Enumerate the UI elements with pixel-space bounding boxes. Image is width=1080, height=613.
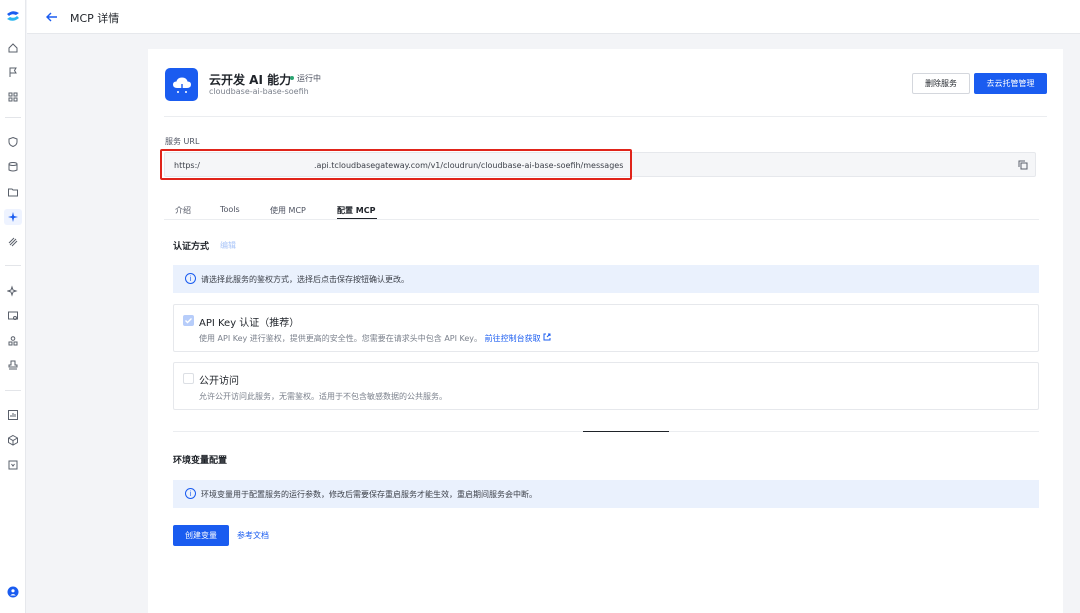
tab-config-mcp[interactable]: 配置 MCP xyxy=(337,205,375,216)
home-icon[interactable] xyxy=(7,42,19,54)
external-link-icon xyxy=(543,333,551,341)
database-icon[interactable] xyxy=(7,161,19,173)
rocket-icon[interactable] xyxy=(7,236,19,248)
service-id: cloudbase-ai-base-soefih xyxy=(209,87,309,96)
service-name: 云开发 AI 能力 xyxy=(209,73,292,87)
auth-edit-link[interactable]: 编辑 xyxy=(220,240,236,251)
info-icon: i xyxy=(185,273,196,284)
detail-card: 云开发 AI 能力 运行中 cloudbase-ai-base-soefih 删… xyxy=(148,49,1063,613)
stamp-icon[interactable] xyxy=(7,359,19,371)
auth-section-title: 认证方式 xyxy=(173,242,210,252)
api-key-option-title: API Key 认证（推荐） xyxy=(199,318,300,329)
api-key-checkbox[interactable] xyxy=(183,315,194,326)
monitor-icon[interactable] xyxy=(7,310,19,322)
auth-option-public[interactable]: 公开访问 允许公开访问此服务，无需鉴权。适用于不包含敏感数据的公共服务。 xyxy=(173,362,1039,410)
sidebar xyxy=(0,0,26,613)
header-divider xyxy=(164,116,1047,117)
ai-sparkle-icon[interactable] xyxy=(7,211,19,223)
tab-intro[interactable]: 介绍 xyxy=(175,205,191,216)
auth-option-api-key[interactable]: API Key 认证（推荐） 使用 API Key 进行鉴权，提供更高的安全性。… xyxy=(173,304,1039,352)
back-arrow-icon[interactable] xyxy=(45,10,59,24)
cube-icon[interactable] xyxy=(7,434,19,446)
cloudbase-logo-icon[interactable] xyxy=(5,8,21,24)
auth-info-banner: i 请选择此服务的鉴权方式，选择后点击保存按钮确认更改。 xyxy=(173,265,1039,293)
api-key-option-desc: 使用 API Key 进行鉴权，提供更高的安全性。您需要在请求头中包含 API … xyxy=(199,333,551,344)
box-icon[interactable] xyxy=(7,459,19,471)
console-get-key-link[interactable]: 前往控制台获取 xyxy=(485,333,552,343)
cloud-run-manage-button[interactable]: 去云托管管理 xyxy=(974,73,1047,94)
auth-info-text: 请选择此服务的鉴权方式，选择后点击保存按钮确认更改。 xyxy=(201,275,409,284)
status-badge: 运行中 xyxy=(297,74,321,83)
delete-service-button[interactable]: 删除服务 xyxy=(912,73,970,94)
service-logo-icon xyxy=(165,68,198,101)
chart-icon[interactable] xyxy=(7,409,19,421)
url-highlight-box xyxy=(160,149,632,180)
public-access-checkbox[interactable] xyxy=(183,373,194,384)
env-section-title: 环境变量配置 xyxy=(173,456,228,466)
magic-icon[interactable] xyxy=(7,285,19,297)
public-option-title: 公开访问 xyxy=(199,376,239,387)
status-dot-icon xyxy=(290,76,294,80)
page-title: MCP 详情 xyxy=(70,12,120,25)
folder-icon[interactable] xyxy=(7,186,19,198)
tabs-divider xyxy=(164,219,1039,220)
top-bar: MCP 详情 xyxy=(27,0,1080,34)
info-icon: i xyxy=(185,488,196,499)
section-divider-accent xyxy=(583,431,669,432)
copy-icon[interactable] xyxy=(1018,160,1028,170)
create-variable-button[interactable]: 创建变量 xyxy=(173,525,229,546)
user-avatar-icon[interactable] xyxy=(7,586,19,598)
env-info-text: 环境变量用于配置服务的运行参数，修改后需要保存重启服务才能生效，重启期间服务会中… xyxy=(201,490,537,499)
env-info-banner: i 环境变量用于配置服务的运行参数，修改后需要保存重启服务才能生效，重启期间服务… xyxy=(173,480,1039,508)
users-icon[interactable] xyxy=(7,335,19,347)
grid-icon[interactable] xyxy=(7,91,19,103)
public-option-desc: 允许公开访问此服务，无需鉴权。适用于不包含敏感数据的公共服务。 xyxy=(199,392,447,401)
url-label: 服务 URL xyxy=(165,137,200,146)
flag-icon[interactable] xyxy=(7,66,19,78)
reference-docs-link[interactable]: 参考文档 xyxy=(237,530,269,541)
tab-tools[interactable]: Tools xyxy=(220,205,240,214)
tab-use-mcp[interactable]: 使用 MCP xyxy=(270,205,306,216)
shield-icon[interactable] xyxy=(7,136,19,148)
